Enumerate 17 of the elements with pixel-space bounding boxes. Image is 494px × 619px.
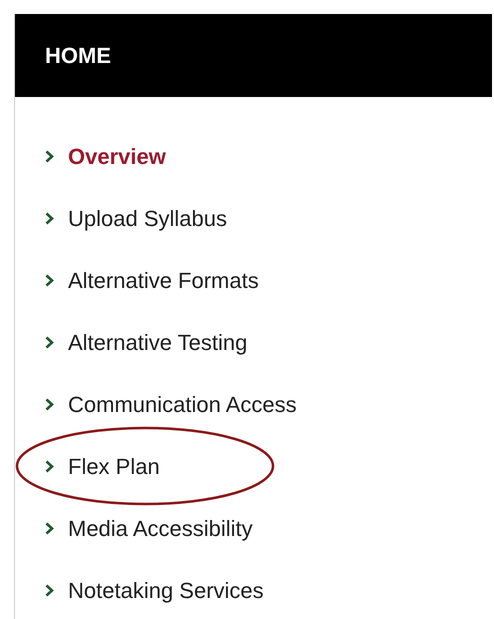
chevron-right-icon [45, 398, 54, 410]
menu-link[interactable]: Upload Syllabus [68, 202, 227, 234]
menu-link[interactable]: Notetaking Services [68, 574, 264, 606]
header-title: HOME [45, 42, 111, 70]
chevron-right-icon [45, 212, 54, 224]
menu-link[interactable]: Flex Plan [68, 450, 160, 482]
menu-link[interactable]: Alternative Testing [68, 326, 248, 358]
menu-link[interactable]: Media Accessibility [68, 512, 253, 544]
menu-link[interactable]: Overview [68, 140, 166, 172]
menu-link[interactable]: Alternative Formats [68, 264, 259, 296]
chevron-right-icon [45, 336, 54, 348]
chevron-right-icon [45, 274, 54, 286]
menu-link[interactable]: Communication Access [68, 388, 297, 420]
chevron-right-icon [45, 584, 54, 596]
chevron-right-icon [45, 522, 54, 534]
chevron-right-icon [45, 150, 54, 162]
chevron-right-icon [45, 460, 54, 472]
